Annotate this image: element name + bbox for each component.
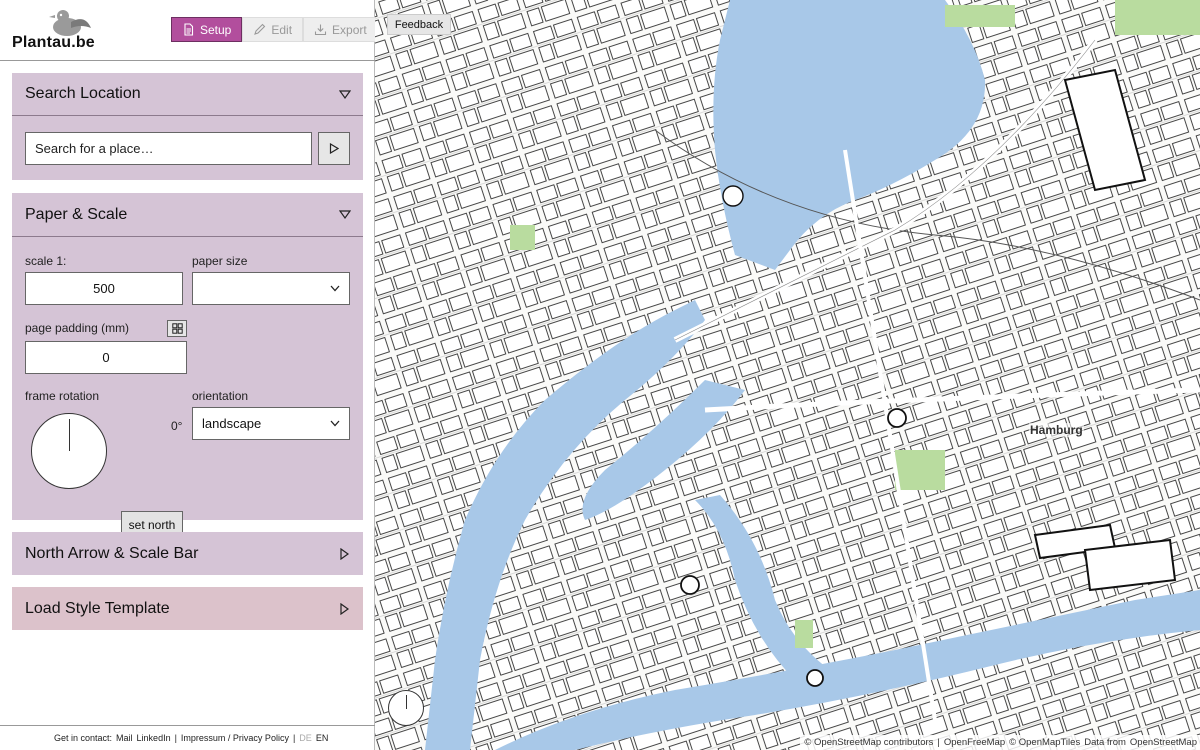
- panel-style-title: Load Style Template: [25, 599, 170, 617]
- panel-search-title: Search Location: [25, 85, 141, 102]
- attribution-osm-link[interactable]: © OpenStreetMap contributors: [804, 737, 933, 750]
- footer-mail-link[interactable]: Mail: [116, 733, 133, 743]
- panel-north-arrow: North Arrow & Scale Bar: [12, 532, 363, 575]
- attribution-data-from: Data from: [1084, 737, 1126, 748]
- park-area: [510, 225, 535, 250]
- download-icon: [314, 24, 327, 36]
- landmark-building: [680, 575, 700, 595]
- park-area: [895, 450, 945, 490]
- footer-linkedin-link[interactable]: LinkedIn: [137, 733, 171, 743]
- panel-style-header[interactable]: Load Style Template: [12, 587, 363, 630]
- panel-search-body: Search for a place…: [12, 115, 363, 180]
- footer: Get in contact: Mail LinkedIn | Impressu…: [0, 725, 375, 750]
- search-input[interactable]: Search for a place…: [25, 132, 312, 165]
- compass-needle: [406, 695, 407, 709]
- chevron-down-icon: [330, 285, 340, 292]
- park-area: [1115, 0, 1200, 35]
- panel-search-location: Search Location Search for a place…: [12, 73, 363, 180]
- app-root: Plantau.be Setup Edit Export Search Loca…: [0, 0, 1200, 750]
- rotation-needle: [69, 419, 70, 451]
- feedback-button[interactable]: Feedback: [387, 14, 451, 35]
- grid-icon: [171, 323, 183, 334]
- document-icon: [184, 23, 194, 36]
- tab-export[interactable]: Export: [303, 17, 378, 42]
- tab-edit-label: Edit: [271, 22, 293, 37]
- map-view[interactable]: Feedback Hamburg © OpenStreetMap contrib…: [375, 0, 1200, 750]
- footer-separator: |: [292, 733, 296, 743]
- padding-input[interactable]: 0: [25, 341, 187, 374]
- caret-down-icon: [339, 90, 351, 100]
- panel-paper-body: scale 1: 500 paper size page padding (mm…: [12, 236, 363, 538]
- paper-size-select[interactable]: [192, 272, 350, 305]
- rotation-dial[interactable]: [31, 413, 107, 489]
- orientation-select[interactable]: landscape: [192, 407, 350, 440]
- panel-north-header[interactable]: North Arrow & Scale Bar: [12, 532, 363, 575]
- landmark-building: [806, 669, 824, 687]
- landmark-building: [1083, 538, 1177, 592]
- caret-right-icon: [340, 548, 350, 560]
- panel-style-template: Load Style Template: [12, 587, 363, 630]
- tab-edit[interactable]: Edit: [242, 17, 304, 42]
- park-area: [795, 620, 813, 648]
- sidebar: Plantau.be Setup Edit Export Search Loca…: [0, 0, 378, 750]
- rotation-label: frame rotation: [25, 389, 100, 403]
- caret-right-icon: [340, 603, 350, 615]
- rotation-value: 0°: [171, 419, 183, 433]
- city-label: Hamburg: [1029, 423, 1084, 437]
- logo-text: Plantau.be: [12, 34, 95, 51]
- attribution-separator: |: [937, 737, 940, 748]
- map-canvas[interactable]: [375, 0, 1200, 750]
- scale-input[interactable]: 500: [25, 272, 183, 305]
- panel-north-title: North Arrow & Scale Bar: [25, 544, 199, 562]
- top-bar: Plantau.be Setup Edit Export: [0, 0, 378, 61]
- logo[interactable]: Plantau.be: [12, 8, 102, 52]
- panel-paper-scale: Paper & Scale scale 1: 500 paper size pa…: [12, 193, 363, 538]
- footer-contact: Get in contact:: [54, 733, 113, 743]
- pencil-icon: [254, 23, 266, 35]
- padding-label: page padding (mm): [25, 321, 130, 335]
- park-area: [945, 5, 1015, 27]
- footer-separator: |: [174, 733, 177, 743]
- lang-en-button[interactable]: EN: [316, 733, 329, 743]
- attribution-openfreemap-link[interactable]: OpenFreeMap: [944, 737, 1005, 750]
- grid-toggle-button[interactable]: [167, 320, 187, 337]
- panel-paper-title: Paper & Scale: [25, 205, 128, 223]
- lang-de-button[interactable]: DE: [299, 733, 312, 743]
- attribution-osm-data-link[interactable]: OpenStreetMap: [1130, 737, 1197, 750]
- attribution-openmaptiles-link[interactable]: © OpenMapTiles: [1009, 737, 1080, 750]
- landmark-building: [887, 408, 907, 428]
- scale-label: scale 1:: [25, 254, 67, 268]
- map-attribution: © OpenStreetMap contributors | OpenFreeM…: [800, 735, 1200, 750]
- orientation-label: orientation: [192, 389, 249, 403]
- chevron-down-icon: [330, 420, 340, 427]
- panel-search-header[interactable]: Search Location: [12, 73, 363, 115]
- orientation-value: landscape: [202, 416, 262, 431]
- compass-button[interactable]: [388, 690, 424, 726]
- paper-size-label: paper size: [192, 254, 248, 268]
- panel-paper-header[interactable]: Paper & Scale: [12, 193, 363, 236]
- mode-tabs: Setup Edit Export: [171, 17, 378, 42]
- tab-export-label: Export: [332, 22, 367, 37]
- play-icon: [329, 143, 339, 154]
- tab-setup-label: Setup: [200, 22, 232, 37]
- search-submit-button[interactable]: [318, 132, 350, 165]
- caret-down-icon: [339, 210, 351, 220]
- footer-impressum-link[interactable]: Impressum / Privacy Policy: [181, 733, 289, 743]
- landmark-building: [722, 185, 744, 207]
- tab-setup[interactable]: Setup: [171, 17, 243, 42]
